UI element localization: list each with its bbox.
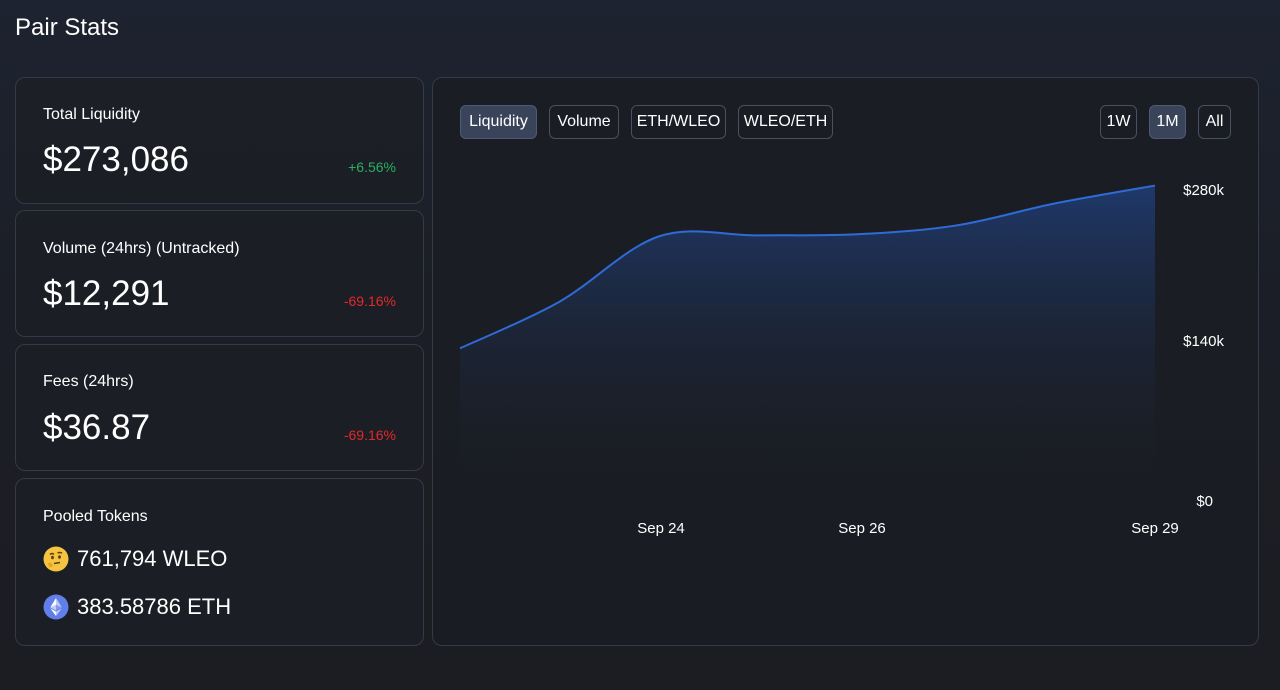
x-tick-label: Sep 24 bbox=[637, 520, 685, 537]
y-tick-label: $0 bbox=[1196, 493, 1213, 510]
y-tick-label: $140k bbox=[1183, 333, 1224, 350]
pooled-tokens-card: Pooled Tokens 761,794 WLEO 383.58786 ETH bbox=[15, 478, 424, 646]
fees-change: -69.16% bbox=[343, 427, 396, 443]
ethereum-icon bbox=[43, 594, 69, 620]
y-tick-label: $280k bbox=[1183, 182, 1224, 199]
pooled-token-eth[interactable]: 383.58786 ETH bbox=[43, 593, 231, 621]
fees-label: Fees (24hrs) bbox=[43, 373, 134, 390]
volume-label: Volume (24hrs) (Untracked) bbox=[43, 240, 240, 257]
x-tick-label: Sep 29 bbox=[1131, 520, 1179, 537]
total-liquidity-card: Total Liquidity $273,086 +6.56% bbox=[15, 77, 424, 204]
fees-value: $36.87 bbox=[43, 408, 151, 447]
liquidity-area bbox=[460, 185, 1155, 479]
page-title: Pair Stats bbox=[15, 14, 120, 41]
pooled-token-eth-amount: 383.58786 ETH bbox=[77, 594, 232, 619]
volume-value: $12,291 bbox=[43, 274, 170, 313]
pooled-token-wleo-amount: 761,794 WLEO bbox=[77, 546, 228, 571]
pooled-token-wleo[interactable]: 761,794 WLEO bbox=[43, 545, 227, 573]
liquidity-chart[interactable] bbox=[433, 78, 1260, 647]
total-liquidity-label: Total Liquidity bbox=[43, 106, 140, 123]
chart-panel: Liquidity Volume ETH/WLEO WLEO/ETH 1W 1M… bbox=[432, 77, 1259, 646]
pooled-tokens-label: Pooled Tokens bbox=[43, 508, 148, 525]
volume-change: -69.16% bbox=[343, 293, 396, 309]
total-liquidity-change: +6.56% bbox=[348, 159, 396, 175]
total-liquidity-value: $273,086 bbox=[43, 140, 189, 179]
volume-card: Volume (24hrs) (Untracked) $12,291 -69.1… bbox=[15, 210, 424, 337]
x-tick-label: Sep 26 bbox=[838, 520, 886, 537]
thinking-face-icon bbox=[43, 546, 69, 572]
fees-card: Fees (24hrs) $36.87 -69.16% bbox=[15, 344, 424, 471]
